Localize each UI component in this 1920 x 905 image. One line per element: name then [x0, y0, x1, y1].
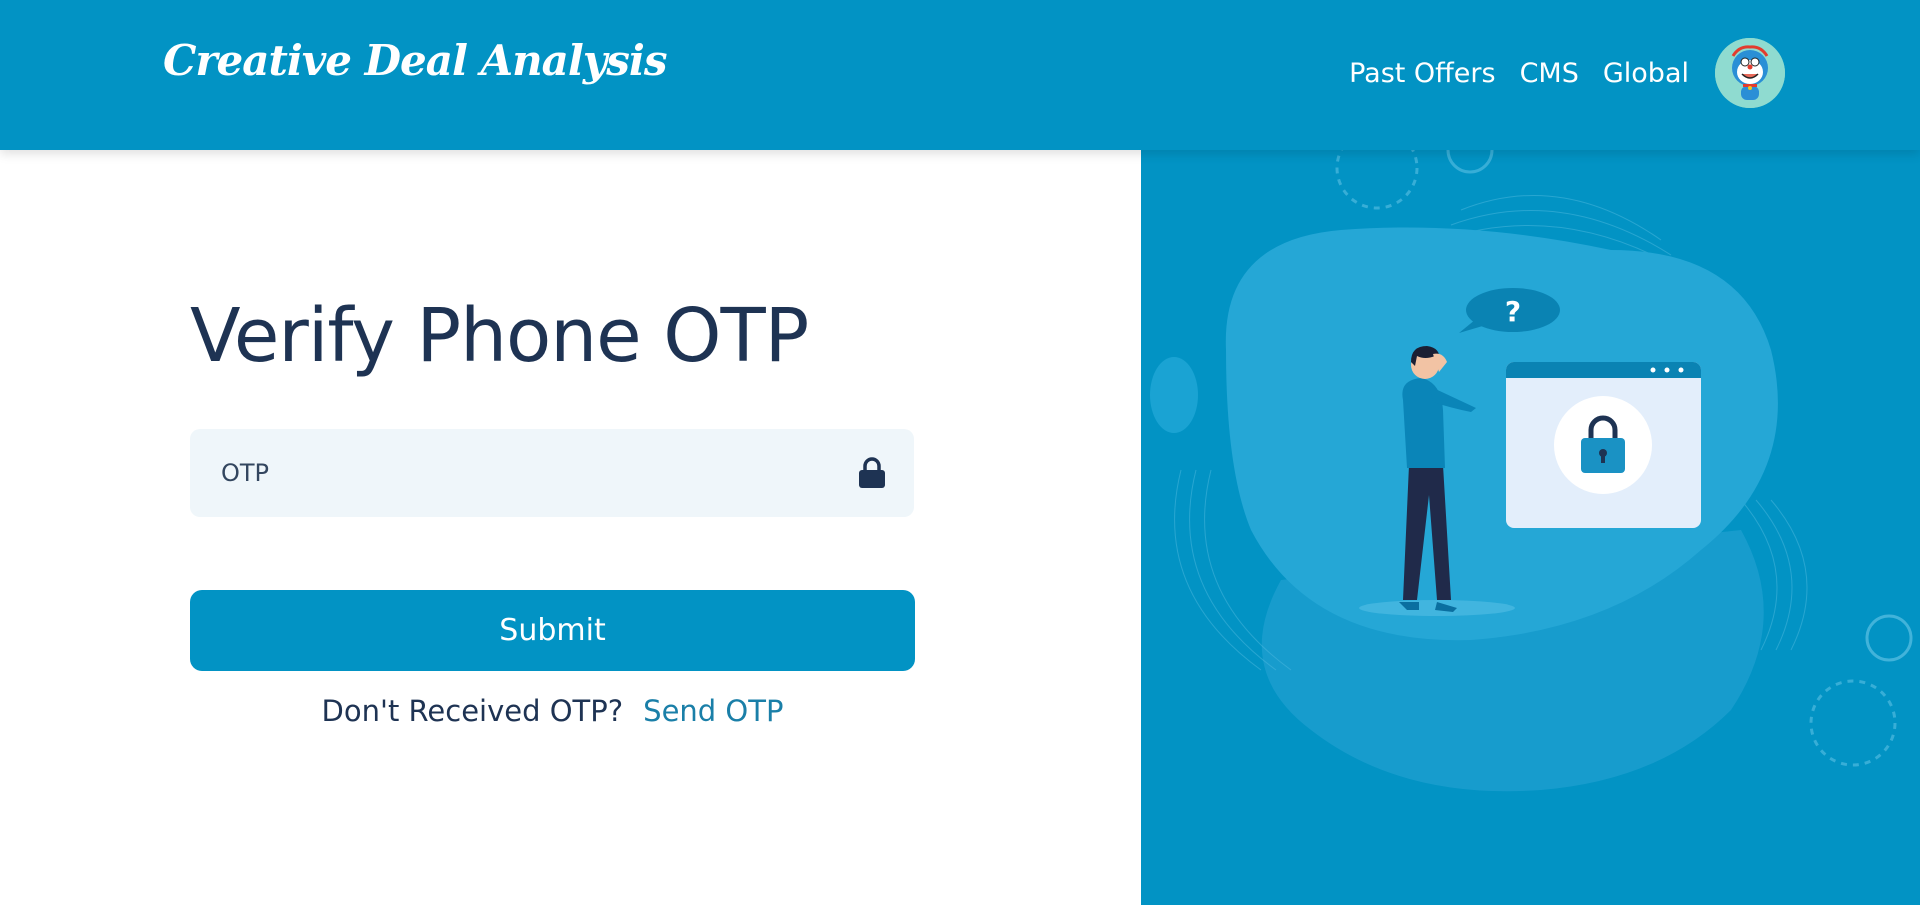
user-avatar[interactable] [1715, 38, 1785, 108]
illustration-panel: ? [1141, 150, 1920, 905]
decor-circle [1446, 150, 1494, 174]
nav-link-cms[interactable]: CMS [1520, 58, 1579, 89]
nav-link-global[interactable]: Global [1603, 58, 1689, 89]
decor-circle [1335, 150, 1419, 210]
top-navbar: Creative Deal Analysis Past Offers CMS G… [0, 0, 1920, 150]
page-title: Verify Phone OTP [190, 293, 809, 379]
brand-logo[interactable]: Creative Deal Analysis [163, 36, 667, 85]
decor-circle [1865, 614, 1913, 662]
avatar-image [1715, 38, 1785, 108]
resend-prompt: Don't Received OTP? [321, 694, 624, 728]
send-otp-link[interactable]: Send OTP [643, 694, 783, 728]
decor-circle [1809, 679, 1897, 767]
otp-illustration: ? [1150, 150, 1913, 792]
submit-button[interactable]: Submit [190, 590, 915, 671]
main-nav: Past Offers CMS Global [1349, 38, 1785, 108]
resend-row: Don't Received OTP? Send OTP [190, 694, 915, 728]
otp-field[interactable] [190, 429, 914, 517]
form-panel [0, 150, 1141, 905]
question-mark: ? [1505, 295, 1521, 328]
otp-input[interactable] [190, 429, 914, 517]
decor-blob [1150, 357, 1198, 433]
nav-link-past-offers[interactable]: Past Offers [1349, 58, 1495, 89]
lock-icon [859, 457, 885, 488]
